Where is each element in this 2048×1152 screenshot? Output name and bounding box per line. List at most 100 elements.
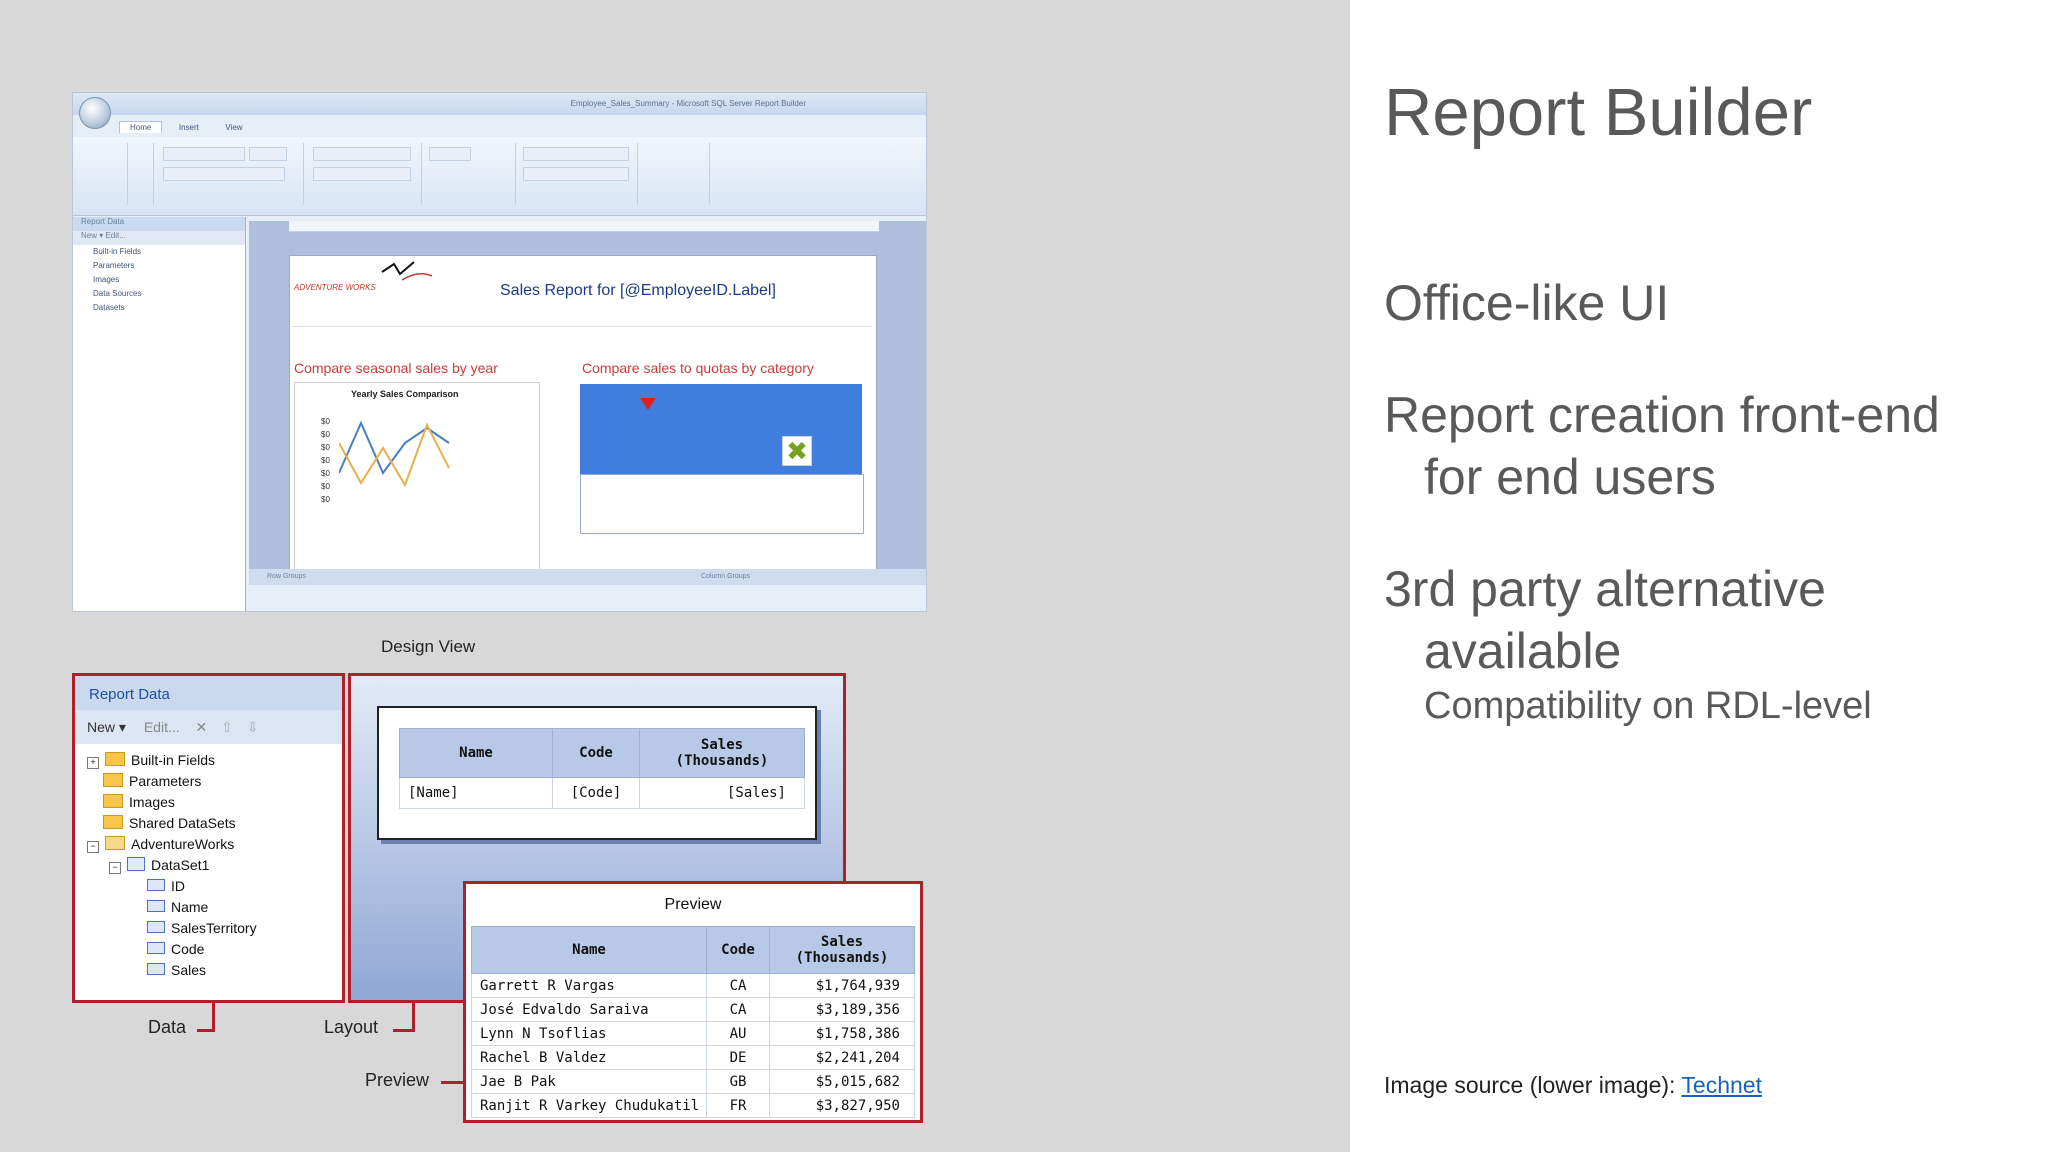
tree-node[interactable]: Shared DataSets [87,813,342,834]
tree-node[interactable]: − AdventureWorks [87,834,342,855]
technet-link[interactable]: Technet [1681,1072,1762,1098]
table-cell[interactable]: [Sales] [639,777,805,809]
y-tick: $0 [321,430,330,439]
table-row: Rachel B Valdez DE $2,241,204 [471,1045,915,1070]
report-canvas[interactable]: ADVENTURE WORKS Sales Report for [@Emplo… [289,255,877,578]
paragraph-buttons[interactable] [313,147,411,161]
source-prefix: Image source (lower image): [1384,1072,1682,1098]
y-tick: $0 [321,443,330,452]
font-format-buttons[interactable] [163,167,285,181]
move-up-icon[interactable]: ⇧ [221,719,233,735]
table-cell: Jae B Pak [471,1069,707,1094]
tree-node[interactable]: SalesTerritory [87,918,342,939]
tablix-body [580,474,864,534]
table-cell: Ranjit R Varkey Chudukatil [471,1093,707,1118]
bullet-text: Office-like UI [1384,275,1670,331]
table-cell: Lynn N Tsoflias [471,1021,707,1046]
connector-line [441,1081,463,1084]
table-cell[interactable]: [Name] [399,777,553,809]
pane-item[interactable]: Data Sources [73,287,245,301]
new-button[interactable]: New ▾ [87,719,126,735]
grouping-pane: Row Groups Column Groups [249,569,926,585]
design-view-caption: Design View [381,637,476,656]
tab-view[interactable]: View [215,122,252,133]
y-tick: $0 [321,469,330,478]
column-header: Name [471,926,707,974]
edit-button[interactable]: Edit... [144,719,180,735]
column-header: Name [399,728,553,778]
font-size-box[interactable] [249,147,287,161]
pane-item[interactable]: Built-in Fields [73,245,245,259]
table-cell: Garrett R Vargas [471,973,707,998]
folder-icon [103,773,123,787]
column-header: Sales (Thousands) [769,926,915,974]
report-data-tree: + Built-in Fields Parameters Images Share… [75,744,342,981]
bullet-report-creation: Report creation front-end for end users [1384,384,1940,508]
indent-buttons[interactable] [313,167,411,181]
tree-node[interactable]: − DataSet1 [87,855,342,876]
field-icon [147,921,165,933]
table-cell[interactable]: [Code] [552,777,640,809]
tab-insert[interactable]: Insert [169,122,209,133]
table-cell: $3,827,950 [769,1093,915,1118]
table-cell: DE [706,1045,770,1070]
row-groups-label: Row Groups [267,573,306,580]
chart-lines [339,420,450,488]
collapse-icon[interactable]: − [109,862,121,874]
tree-node[interactable]: Name [87,897,342,918]
section-sales-quotas: Compare sales to quotas by category [582,360,814,376]
table-cell: AU [706,1021,770,1046]
tree-node[interactable]: Parameters [87,771,342,792]
pane-item[interactable]: Parameters [73,259,245,273]
y-tick: $0 [321,417,330,426]
bullet-office-ui: Office-like UI [1384,272,1669,334]
tree-node[interactable]: Code [87,939,342,960]
tab-home[interactable]: Home [119,121,163,133]
svg-text:ADVENTURE WORKS: ADVENTURE WORKS [293,283,376,292]
preview-table: Name Code Sales (Thousands) Garrett R Va… [471,926,915,1118]
table-cell: CA [706,997,770,1022]
number-buttons[interactable] [523,167,629,181]
pane-item[interactable]: Datasets [73,301,245,315]
quota-tablix[interactable] [580,384,864,534]
ribbon-group-layout [639,143,710,205]
table-row: José Edvaldo Saraiva CA $3,189,356 [471,997,915,1022]
folder-icon [103,815,123,829]
column-groups-label: Column Groups [701,573,751,580]
move-down-icon[interactable]: ⇩ [247,719,259,735]
tree-node[interactable]: Images [87,792,342,813]
bullet-text: Report creation front-end [1384,387,1940,443]
pane-item[interactable]: Images [73,273,245,287]
layout-table[interactable]: Name Code Sales (Thousands) [Name] [Code… [399,728,805,809]
ribbon [73,137,926,216]
report-data-panel: Report Data New ▾ Edit... ✕ ⇧ ⇩ + Built-i… [72,673,345,1003]
bullet-third-party: 3rd party alternative available Compatib… [1384,558,1872,730]
report-title: Sales Report for [@EmployeeID.Label] [500,282,776,299]
slide-title: Report Builder [1384,75,1813,150]
chart-box[interactable]: Yearly Sales Comparison $0 $0 $0 $0 $0 $… [294,382,540,578]
pane-toolbar[interactable]: New ▾ Edit... [73,231,245,245]
expand-icon[interactable]: + [87,757,99,769]
slide-left-panel: Employee_Sales_Summary - Microsoft SQL S… [0,0,1350,1152]
tree-node[interactable]: + Built-in Fields [87,750,342,771]
field-icon [147,963,165,975]
border-width-box[interactable] [429,147,471,161]
office-button[interactable] [79,97,111,129]
tree-node[interactable]: ID [87,876,342,897]
layout-card: Name Code Sales (Thousands) [Name] [Code… [377,706,817,840]
ruler [289,221,879,232]
chart-title: Yearly Sales Comparison [351,389,459,399]
table-cell: $3,189,356 [769,997,915,1022]
delete-icon[interactable]: ✕ [196,719,208,735]
number-format-box[interactable] [523,147,629,161]
red-indicator-icon [640,398,656,410]
tree-node[interactable]: Sales [87,960,342,981]
bullet-text-cont: for end users [1424,449,1716,505]
report-data-pane-mini: Report Data New ▾ Edit... Built-in Field… [73,217,246,611]
column-header: Code [552,728,640,778]
dataset-icon [127,857,145,871]
bullet-text: 3rd party alternative [1384,561,1826,617]
preview-panel: Preview Name Code Sales (Thousands) Garr… [463,881,923,1123]
collapse-icon[interactable]: − [87,841,99,853]
font-name-box[interactable] [163,147,245,161]
